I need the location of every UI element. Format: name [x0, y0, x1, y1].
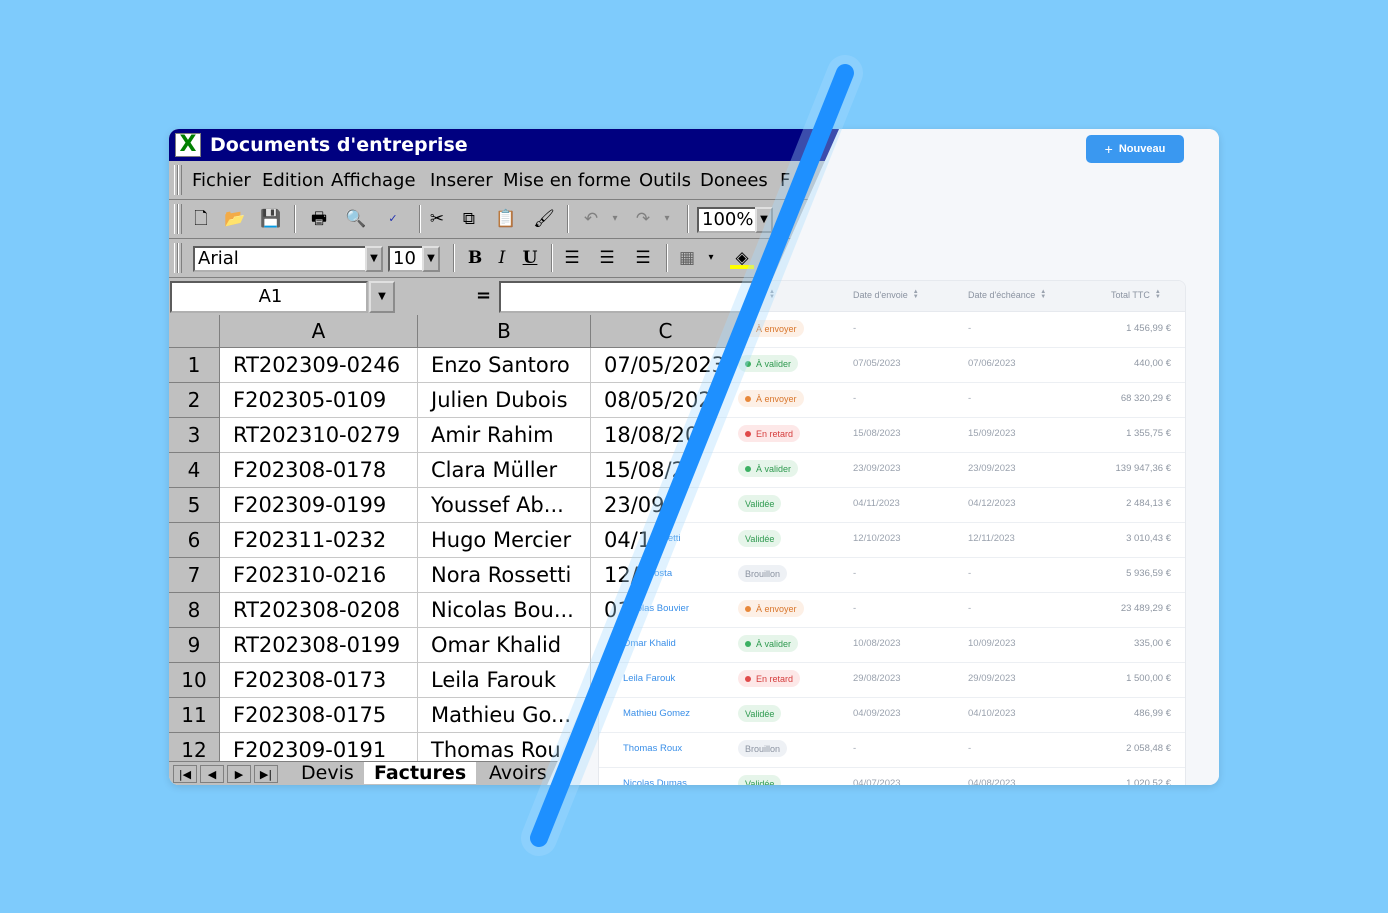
- divider-slash: [521, 55, 863, 856]
- slash-line: [530, 64, 854, 847]
